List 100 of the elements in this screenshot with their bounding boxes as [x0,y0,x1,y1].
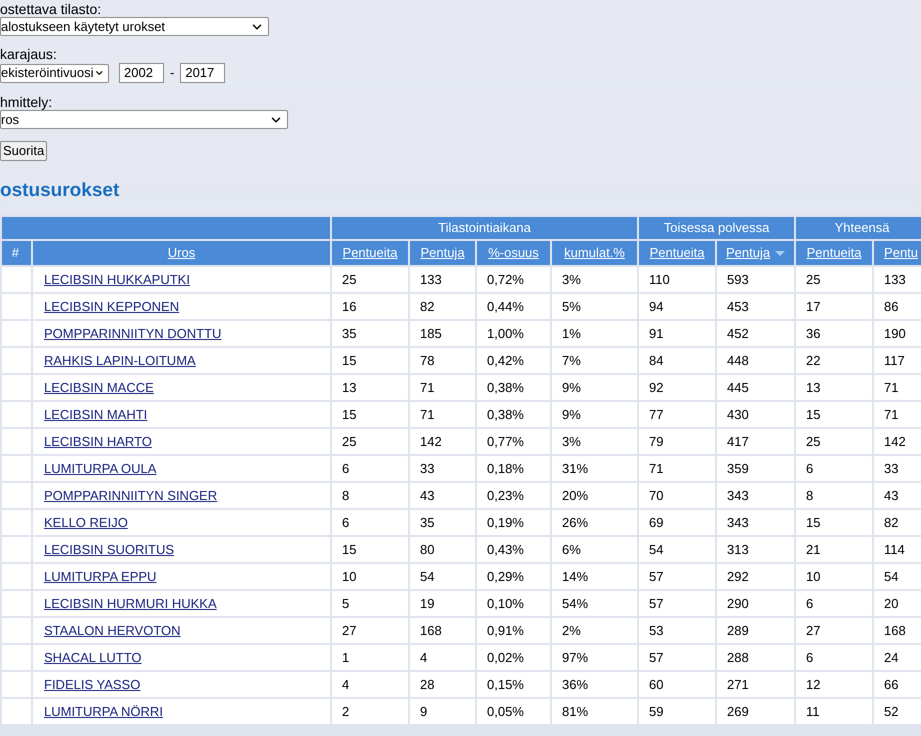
table-cell: 57 [638,590,716,617]
table-cell: 15 [331,536,409,563]
table-cell: 78 [409,347,476,374]
table-cell: 0,23% [476,482,551,509]
table-cell: 53 [638,617,716,644]
table-cell: 9% [551,401,638,428]
run-button[interactable]: Suorita [0,141,48,161]
table-cell: 21 [795,536,874,563]
table-cell: 6 [795,455,874,482]
column-header[interactable]: Pentueita [638,240,716,266]
table-cell: 71 [409,374,476,401]
table-cell: 35 [409,509,476,536]
dog-name-link[interactable]: LECIBSIN MAHTI [44,406,148,422]
table-cell: 22 [795,347,874,374]
table-cell: 71 [873,374,921,401]
table-cell: 52 [873,698,921,725]
table-cell: 60 [638,671,716,698]
table-cell: 417 [716,428,796,455]
table-cell: 3% [551,266,638,293]
table-cell: 54 [638,536,716,563]
table-cell: 81% [551,698,638,725]
table-cell: 593 [716,266,796,293]
table-cell: 288 [716,644,796,671]
table-cell: 133 [409,266,476,293]
table-cell: 8 [795,482,874,509]
column-header[interactable]: Uros [32,240,331,266]
column-header[interactable]: Pentuja [409,240,476,266]
table-cell: 430 [716,401,796,428]
table-cell: 57 [638,644,716,671]
table-cell: 2 [331,698,409,725]
table-cell: 133 [873,266,921,293]
table-cell: 4 [409,644,476,671]
table-cell: 35 [331,320,409,347]
table-cell: 54 [409,563,476,590]
table-cell: 0,05% [476,698,551,725]
table-cell: 0,15% [476,671,551,698]
table-cell: 33 [409,455,476,482]
table-cell: 28 [409,671,476,698]
table-cell: 5 [331,590,409,617]
table-cell: 27 [331,617,409,644]
group-header: Tilastointiaikana [331,216,638,240]
column-header[interactable]: %-osuus [476,240,551,266]
table-cell: 91 [638,320,716,347]
table-cell: 80 [409,536,476,563]
period-select[interactable]: ekisteröintivuosi [0,64,109,82]
table-cell: 10 [331,563,409,590]
table-cell: 168 [409,617,476,644]
table-cell: 0,91% [476,617,551,644]
table-cell: 0,02% [476,644,551,671]
column-header[interactable]: Pentueita [331,240,409,266]
table-cell: 10 [795,563,874,590]
dog-name-link[interactable]: FIDELIS YASSO [44,676,140,692]
table-cell: 94 [638,293,716,320]
table-cell: 15 [331,401,409,428]
table-cell: 0,19% [476,509,551,536]
table-cell: 13 [795,374,874,401]
table-cell: 16 [331,293,409,320]
table-cell: 12 [795,671,874,698]
table-cell: 25 [331,266,409,293]
range-separator: - [170,64,174,82]
table-cell: 26% [551,509,638,536]
column-header[interactable]: Pentuja [716,240,796,266]
table-cell: 13 [331,374,409,401]
table-cell: 71 [638,455,716,482]
dog-name-link[interactable]: KELLO REIJO [44,514,128,530]
table-cell: 6 [795,590,874,617]
table-cell: 97% [551,644,638,671]
table-cell: 82 [873,509,921,536]
year-to-field[interactable]: 2017 [180,63,226,83]
table-cell: 77 [638,401,716,428]
table-cell: 0,72% [476,266,551,293]
table-cell: 185 [409,320,476,347]
table-cell: 0,42% [476,347,551,374]
table-cell: 24 [873,644,921,671]
field-label: karajaus: [0,46,58,62]
table-cell: 1% [551,320,638,347]
table-cell: 19 [409,590,476,617]
table-cell: 6% [551,536,638,563]
table-cell: 4 [331,671,409,698]
table-cell: 27 [795,617,874,644]
table-cell: 453 [716,293,796,320]
group-header: Toisessa polvessa [638,216,796,240]
field-label: hmittely: [0,94,54,110]
table-cell: 271 [716,671,796,698]
statistic-select[interactable]: alostukseen käytetyt urokset [0,17,269,36]
column-header[interactable]: kumulat.% [551,240,638,266]
table-cell: 33 [873,455,921,482]
dog-name-link[interactable]: SHACAL LUTTO [44,650,142,665]
section-heading: ostusurokset [0,179,120,203]
table-cell: 445 [716,374,796,401]
column-header[interactable]: Pentueita [795,240,874,266]
table-cell: 269 [716,698,796,725]
table-cell: 289 [716,617,796,644]
table-cell: 0,29% [476,563,551,590]
table-cell: 36% [551,671,638,698]
grouping-select[interactable]: ros [0,110,288,129]
year-from-field[interactable]: 2002 [119,63,164,83]
table-cell: 3% [551,428,638,455]
column-header[interactable]: Pentu [873,240,921,266]
table-cell: 82 [409,293,476,320]
